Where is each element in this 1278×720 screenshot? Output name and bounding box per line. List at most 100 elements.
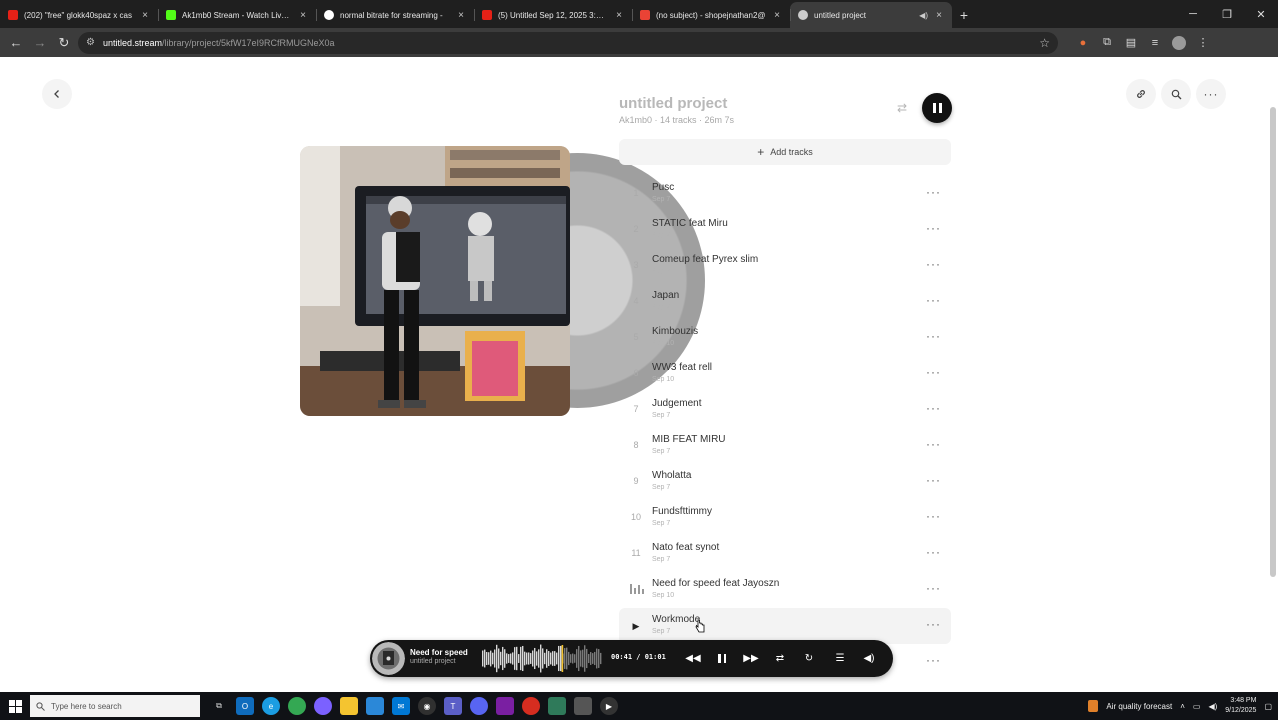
track-more-icon[interactable]: ··· <box>926 221 941 235</box>
browser-tab[interactable]: (no subject) - shopejnathan2@ × <box>632 2 790 28</box>
track-row-hover[interactable]: ▶ Workmode Sep 7 ··· <box>619 608 951 644</box>
track-row[interactable]: 2 STATIC feat Miru Sep 7 ··· <box>619 212 951 248</box>
track-more-icon[interactable]: ··· <box>926 473 941 487</box>
track-row[interactable]: 8 MIB FEAT MIRU Sep 7 ··· <box>619 428 951 464</box>
waveform-bar <box>580 650 582 667</box>
volume-icon[interactable]: ◀) <box>860 649 878 667</box>
speaker-icon[interactable]: ◀) <box>919 11 928 20</box>
taskbar-search[interactable]: Type here to search <box>30 695 200 717</box>
track-row[interactable]: 11 Nato feat synot Sep 7 ··· <box>619 536 951 572</box>
track-more-icon[interactable]: ··· <box>926 185 941 199</box>
profile-avatar[interactable] <box>1172 35 1186 50</box>
shuffle-icon[interactable]: ⇄ <box>893 99 911 117</box>
track-row[interactable]: 4 Japan Sep 7 ··· <box>619 284 951 320</box>
teams-icon[interactable]: T <box>444 697 462 715</box>
track-more-icon[interactable]: ··· <box>926 653 941 667</box>
pause-button[interactable] <box>922 93 952 123</box>
close-icon[interactable]: × <box>772 10 782 21</box>
new-tab-button[interactable]: + <box>952 2 976 28</box>
track-more-icon[interactable]: ··· <box>926 401 941 415</box>
taskbar-clock[interactable]: 3:48 PM 9/12/2025 <box>1225 696 1256 716</box>
track-more-icon[interactable]: ··· <box>926 509 941 523</box>
track-row[interactable]: 10 Fundsfttimmy Sep 7 ··· <box>619 500 951 536</box>
track-row[interactable]: 7 Judgement Sep 7 ··· <box>619 392 951 428</box>
browser-tab-active[interactable]: untitled project ◀) × <box>790 2 952 28</box>
add-tracks-button[interactable]: + Add tracks <box>619 139 951 165</box>
forward-arrow-icon[interactable]: → <box>30 33 50 53</box>
reload-icon[interactable]: ↻ <box>54 33 74 53</box>
copy-link-button[interactable] <box>1126 79 1156 109</box>
obs-icon[interactable]: ◉ <box>418 697 436 715</box>
next-icon[interactable]: ▶▶ <box>742 649 760 667</box>
waveform-scrubber[interactable] <box>482 644 602 673</box>
queue-icon[interactable]: ☰ <box>831 649 849 667</box>
shuffle-icon[interactable]: ⇄ <box>771 649 789 667</box>
repeat-icon[interactable]: ↻ <box>800 649 818 667</box>
mail-icon[interactable]: ✉ <box>392 697 410 715</box>
page-scrollbar[interactable] <box>1270 107 1276 577</box>
restore-icon[interactable]: ❐ <box>1210 0 1244 28</box>
track-row[interactable]: 5 Kimbouzis Sep 10 ··· <box>619 320 951 356</box>
play-icon[interactable]: ▶ <box>629 619 643 633</box>
more-options-button[interactable]: ··· <box>1196 79 1226 109</box>
track-more-icon[interactable]: ··· <box>926 617 941 631</box>
speaker-icon[interactable]: ◀) <box>1208 702 1217 711</box>
weather-text[interactable]: Air quality forecast <box>1106 702 1172 711</box>
media-control-icon[interactable]: ▤ <box>1124 36 1138 50</box>
edge-icon[interactable]: e <box>262 697 280 715</box>
track-more-icon[interactable]: ··· <box>926 545 941 559</box>
track-row[interactable]: 9 Wholatta Sep 7 ··· <box>619 464 951 500</box>
outlook-icon[interactable]: O <box>236 697 254 715</box>
track-row[interactable]: 6 WW3 feat rell Sep 10 ··· <box>619 356 951 392</box>
reading-list-icon[interactable]: ≡ <box>1148 36 1162 50</box>
player-cover-art[interactable] <box>372 642 405 675</box>
address-bar[interactable]: ⚙ untitled.stream/library/project/5kfW17… <box>78 31 1058 54</box>
search-button[interactable] <box>1161 79 1191 109</box>
track-row[interactable]: 3 Comeup feat Pyrex slim Sep 9 ··· <box>619 248 951 284</box>
chrome-icon[interactable] <box>288 697 306 715</box>
close-icon[interactable]: × <box>140 10 150 21</box>
browser-tab[interactable]: (202) "free" glokk40spaz x cas × <box>0 2 158 28</box>
notification-icon[interactable]: ▢ <box>1264 702 1272 711</box>
track-row[interactable]: 1 Pusc Sep 7 ··· <box>619 176 951 212</box>
discord-icon[interactable] <box>470 697 488 715</box>
store-icon[interactable] <box>366 697 384 715</box>
track-more-icon[interactable]: ··· <box>926 581 941 595</box>
app-icon[interactable] <box>496 697 514 715</box>
task-view-icon[interactable]: ⧉ <box>210 697 228 715</box>
close-icon[interactable]: × <box>298 10 308 21</box>
app-icon[interactable] <box>548 697 566 715</box>
network-icon[interactable]: ▭ <box>1193 702 1201 711</box>
close-window-icon[interactable]: ✕ <box>1244 0 1278 28</box>
puzzle-icon[interactable]: ⧉ <box>1100 36 1114 50</box>
windows-start-icon[interactable] <box>0 692 30 720</box>
browser-tab[interactable]: (5) Untitled Sep 12, 2025 3:48P × <box>474 2 632 28</box>
back-arrow-icon[interactable]: ← <box>6 33 26 53</box>
chevron-up-icon[interactable]: ˄ <box>1180 702 1185 711</box>
track-more-icon[interactable]: ··· <box>926 293 941 307</box>
pause-icon[interactable] <box>713 649 731 667</box>
track-more-icon[interactable]: ··· <box>926 257 941 271</box>
app-icon[interactable] <box>522 697 540 715</box>
previous-icon[interactable]: ◀◀ <box>684 649 702 667</box>
track-more-icon[interactable]: ··· <box>926 365 941 379</box>
app-icon[interactable] <box>574 697 592 715</box>
track-more-icon[interactable]: ··· <box>926 437 941 451</box>
playhead[interactable] <box>561 645 564 672</box>
minimize-icon[interactable]: ─ <box>1176 0 1210 28</box>
file-explorer-icon[interactable] <box>340 697 358 715</box>
close-icon[interactable]: × <box>934 10 944 21</box>
browser-tab[interactable]: normal bitrate for streaming - × <box>316 2 474 28</box>
back-button[interactable] <box>42 79 72 109</box>
extension-icon[interactable]: ● <box>1076 36 1090 50</box>
media-player-icon[interactable]: ▶ <box>600 697 618 715</box>
close-icon[interactable]: × <box>456 10 466 21</box>
copilot-icon[interactable] <box>314 697 332 715</box>
track-row-playing[interactable]: Need for speed feat Jayoszn Sep 10 ··· <box>619 572 951 608</box>
track-more-icon[interactable]: ··· <box>926 329 941 343</box>
browser-tab[interactable]: Ak1mb0 Stream - Watch Live o × <box>158 2 316 28</box>
site-info-icon[interactable]: ⚙ <box>86 37 95 48</box>
close-icon[interactable]: × <box>614 10 624 21</box>
menu-kebab-icon[interactable]: ⋮ <box>1196 36 1210 50</box>
bookmark-star-icon[interactable]: ☆ <box>1039 36 1050 50</box>
